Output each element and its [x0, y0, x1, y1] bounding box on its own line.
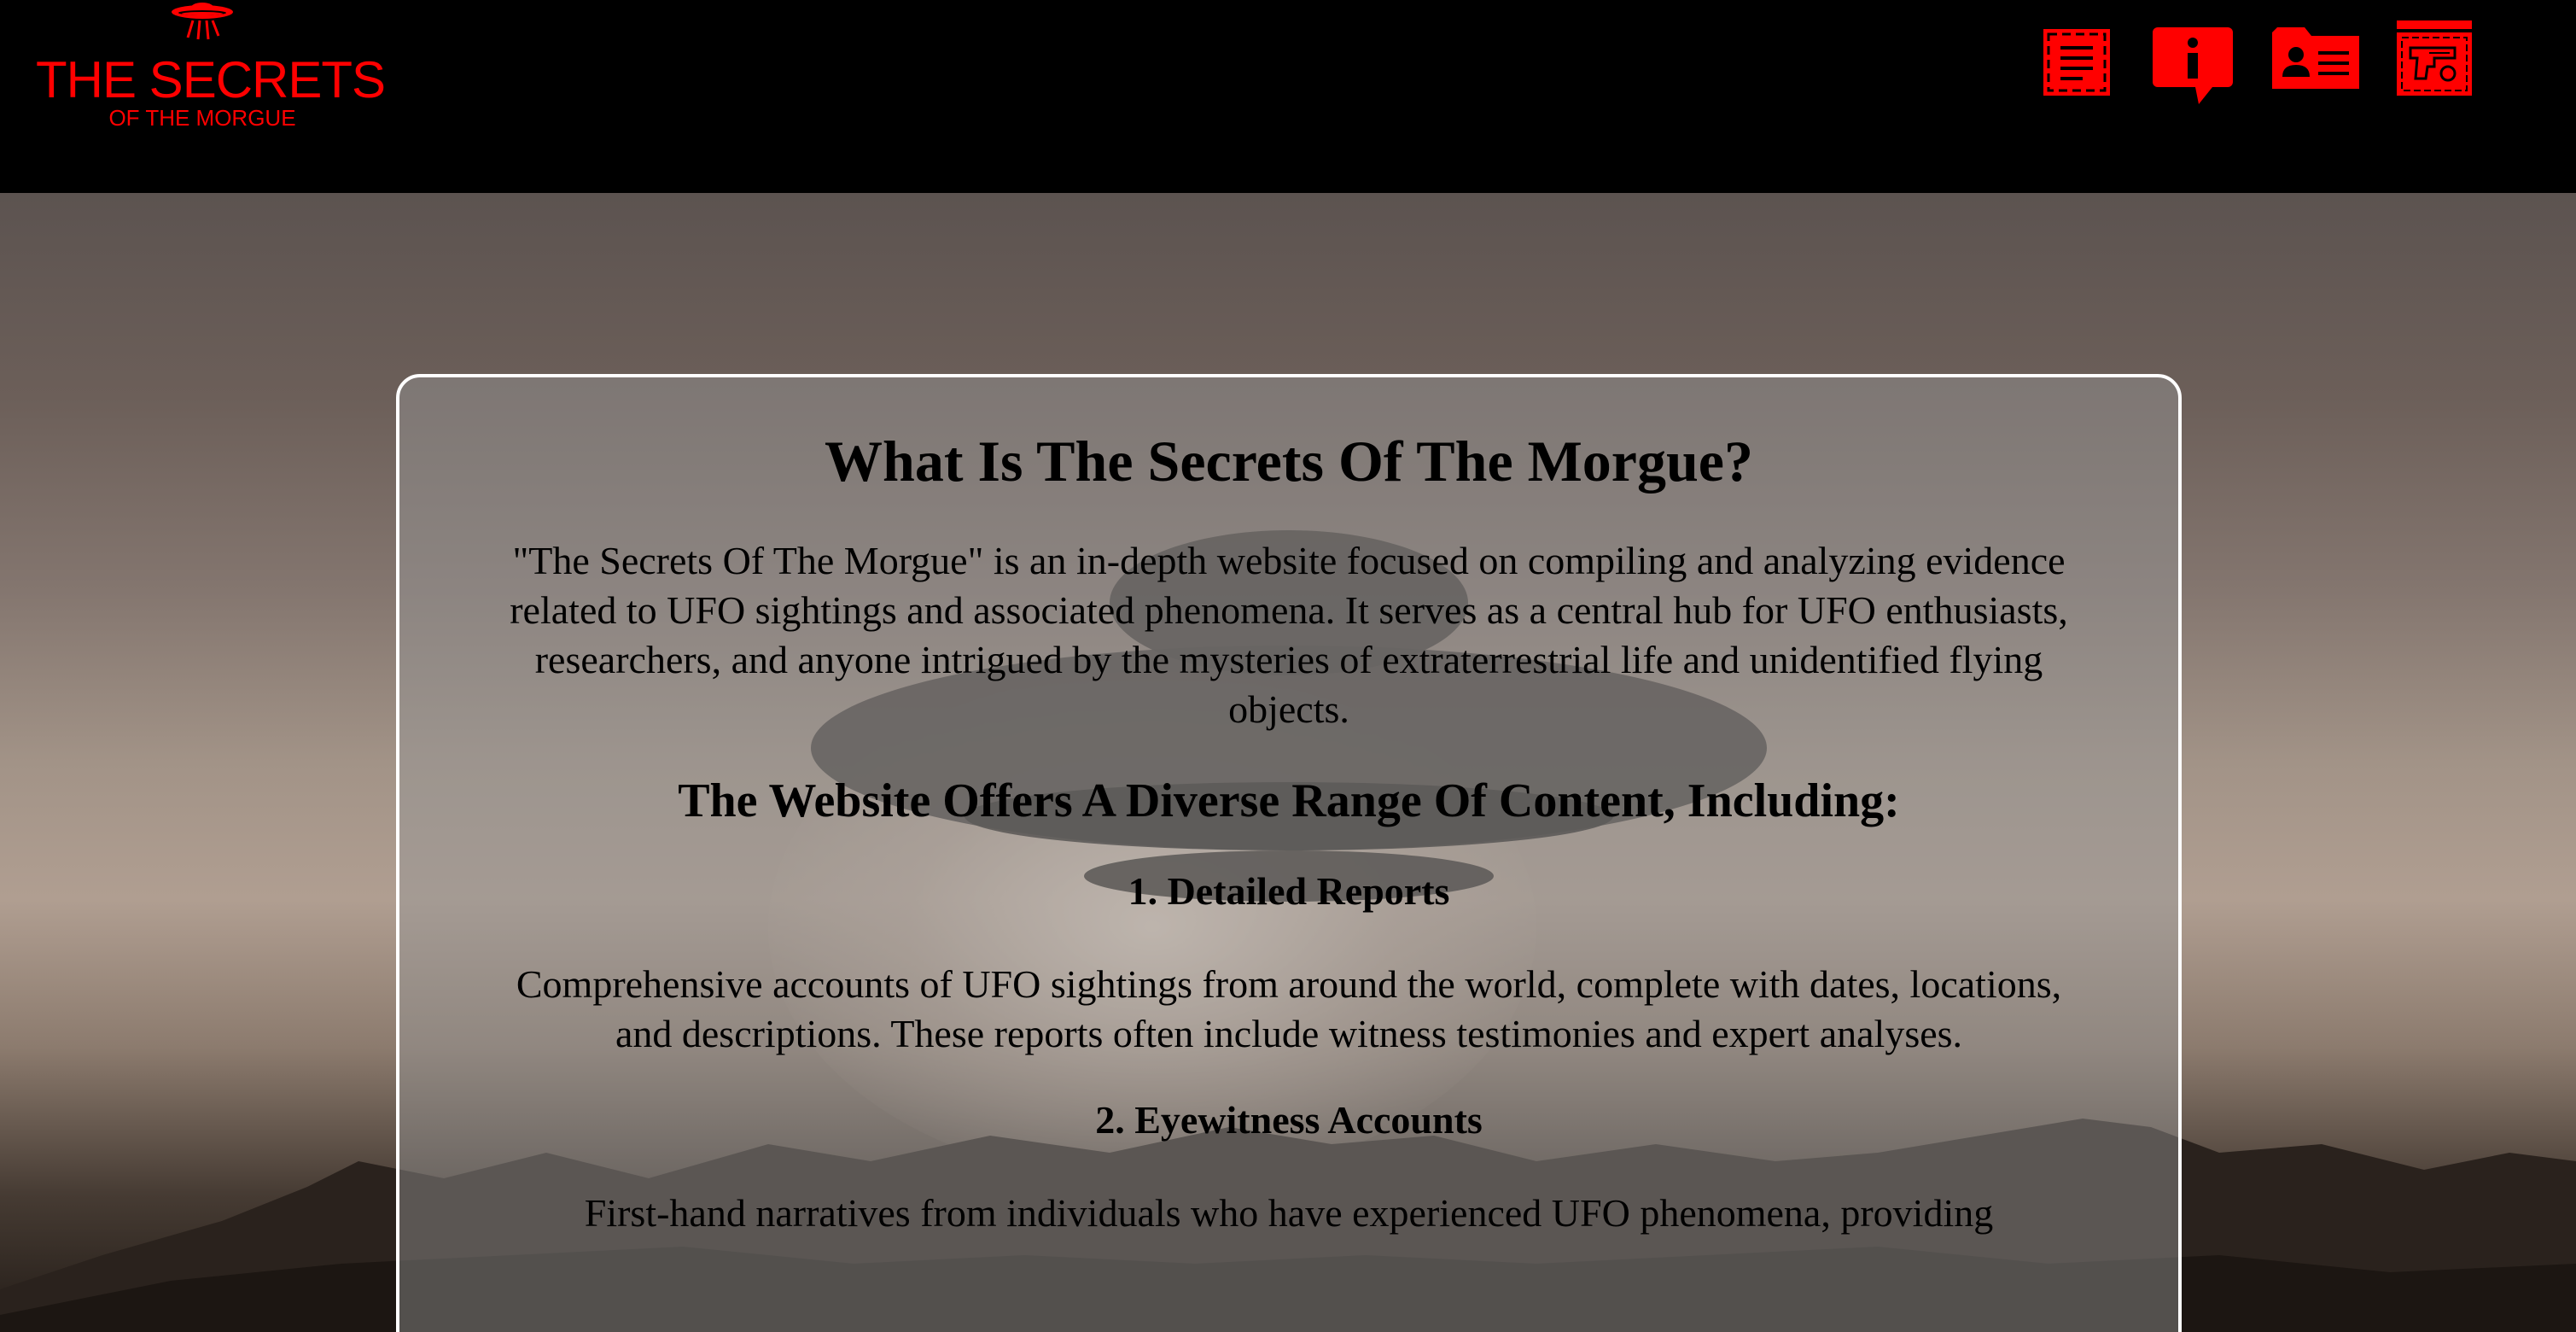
- logo-title: THE SECRETS: [36, 51, 386, 108]
- item-description: Comprehensive accounts of UFO sightings …: [516, 962, 2062, 1055]
- document-list-icon: [2043, 29, 2110, 96]
- card-content: What Is The Secrets Of The Morgue? "The …: [493, 427, 2084, 1276]
- item-heading: 2. Eyewitness Accounts: [1095, 1098, 1483, 1142]
- contact-card-icon: [2272, 27, 2359, 89]
- ufo-logo-icon: [172, 3, 233, 40]
- page-title: What Is The Secrets Of The Morgue?: [825, 429, 1753, 494]
- info-icon: [2153, 27, 2233, 104]
- section-subtitle: The Website Offers A Diverse Range Of Co…: [678, 774, 1900, 827]
- site-logo[interactable]: THE SECRETS OF THE MORGUE: [36, 0, 386, 137]
- item-heading: 1. Detailed Reports: [1128, 869, 1450, 913]
- site-header: THE SECRETS OF THE MORGUE: [0, 0, 2576, 193]
- nav-reports-button[interactable]: [2040, 26, 2113, 120]
- nav-info-button[interactable]: [2151, 26, 2236, 120]
- item-description: First-hand narratives from individuals w…: [584, 1191, 1994, 1235]
- nav-evidence-button[interactable]: [2395, 19, 2474, 113]
- nav-contacts-button[interactable]: [2270, 24, 2361, 118]
- evidence-gun-icon: [2397, 20, 2472, 96]
- logo-subtitle: OF THE MORGUE: [108, 105, 296, 131]
- intro-paragraph: "The Secrets Of The Morgue" is an in-dep…: [510, 539, 2068, 731]
- content-card: What Is The Secrets Of The Morgue? "The …: [396, 374, 2182, 1332]
